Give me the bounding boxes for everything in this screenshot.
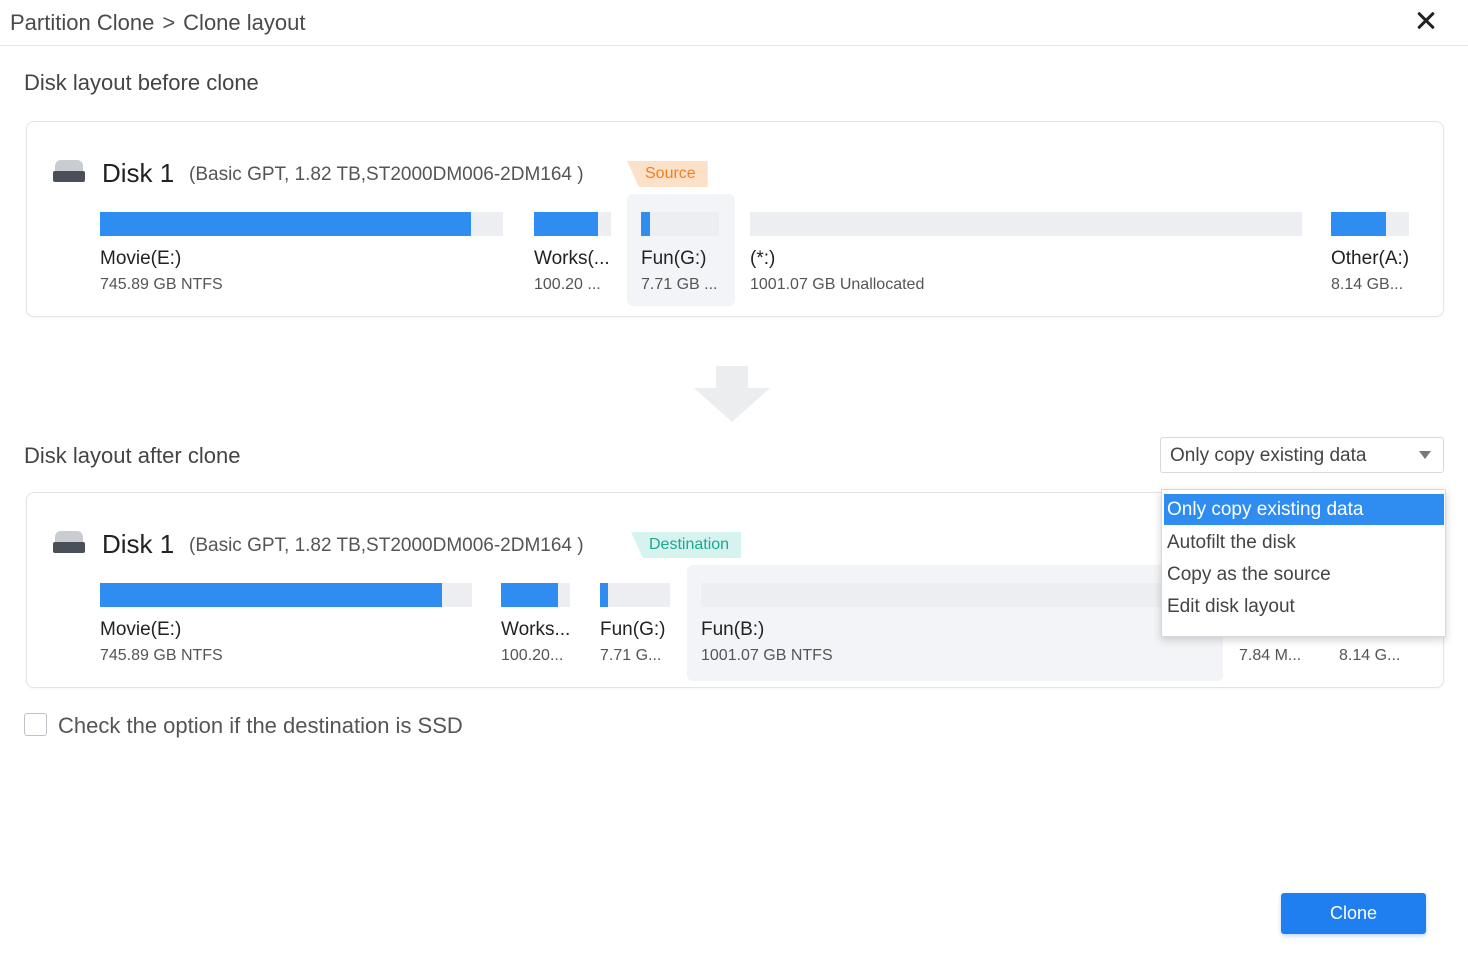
option-copy-as-source[interactable]: Copy as the source bbox=[1164, 559, 1444, 590]
partition-name: Movie(E:) bbox=[100, 619, 182, 640]
partition-name: Works(... bbox=[534, 248, 610, 269]
partition-unallocated[interactable]: (*:) 1001.07 GB Unallocated bbox=[750, 212, 1305, 302]
partition-usage-bar bbox=[100, 583, 472, 607]
breadcrumb-separator: > bbox=[162, 10, 176, 35]
breadcrumb: Partition Clone > Clone layout bbox=[10, 10, 305, 36]
destination-disk-name: Disk 1 bbox=[102, 529, 175, 559]
partition-detail: 745.89 GB NTFS bbox=[100, 276, 223, 293]
partition-usage-bar bbox=[1331, 212, 1409, 236]
clone-mode-dropdown: Only copy existing data Autofilt the dis… bbox=[1161, 489, 1446, 637]
partition-name: Fun(G:) bbox=[641, 248, 707, 269]
arrow-down-icon bbox=[694, 366, 770, 422]
breadcrumb-current: Clone layout bbox=[183, 10, 306, 35]
partition-name: Movie(E:) bbox=[100, 248, 182, 269]
source-disk-info: (Basic GPT, 1.82 TB,ST2000DM006-2DM164 ) bbox=[189, 164, 584, 185]
destination-tag: Destination bbox=[631, 532, 742, 558]
partition-usage-bar bbox=[641, 212, 719, 236]
clone-mode-value: Only copy existing data bbox=[1170, 445, 1367, 466]
close-icon[interactable] bbox=[1413, 8, 1439, 34]
partition-usage-bar bbox=[600, 583, 670, 607]
source-tag: Source bbox=[627, 161, 708, 187]
option-autofit-disk[interactable]: Autofilt the disk bbox=[1164, 527, 1444, 558]
chevron-down-icon[interactable] bbox=[1419, 451, 1431, 459]
partition-movie-e[interactable]: Movie(E:) 745.89 GB NTFS bbox=[100, 212, 505, 302]
partition-fun-b[interactable]: Fun(B:) 1001.07 GB NTFS bbox=[687, 565, 1223, 681]
partition-detail: 8.14 GB... bbox=[1331, 276, 1404, 293]
partition-name: Fun(G:) bbox=[600, 619, 666, 640]
partition-usage-bar bbox=[501, 583, 570, 607]
option-only-copy-existing-data[interactable]: Only copy existing data bbox=[1164, 494, 1444, 525]
partition-works[interactable]: Works(... 100.20 ... bbox=[534, 212, 624, 302]
ssd-checkbox[interactable] bbox=[24, 713, 47, 736]
partition-movie-e[interactable]: Movie(E:) 745.89 GB NTFS bbox=[100, 583, 475, 673]
ssd-checkbox-label[interactable]: Check the option if the destination is S… bbox=[58, 713, 463, 739]
partition-name: Other(A:) bbox=[1331, 248, 1410, 269]
partition-other-a[interactable]: Other(A:) 8.14 GB... bbox=[1331, 212, 1431, 302]
clone-mode-select[interactable]: Only copy existing data bbox=[1160, 437, 1444, 473]
partition-detail: 100.20 ... bbox=[534, 276, 601, 293]
partition-name: Fun(B:) bbox=[701, 619, 765, 640]
source-disk-name: Disk 1 bbox=[102, 158, 175, 188]
hard-drive-icon bbox=[53, 531, 85, 555]
partition-usage-bar bbox=[534, 212, 611, 236]
partition-usage-bar bbox=[701, 583, 1209, 607]
partition-detail: 745.89 GB NTFS bbox=[100, 647, 223, 664]
partition-detail: 100.20... bbox=[501, 647, 564, 664]
partition-name: Works... bbox=[501, 619, 571, 640]
partition-usage-bar bbox=[750, 212, 1302, 236]
partition-detail: 1001.07 GB Unallocated bbox=[750, 276, 925, 293]
partition-detail: 1001.07 GB NTFS bbox=[701, 647, 833, 664]
partition-works[interactable]: Works... 100.20... bbox=[501, 583, 583, 673]
partition-name: (*:) bbox=[750, 248, 776, 269]
hard-drive-icon bbox=[53, 160, 85, 184]
after-section-title: Disk layout after clone bbox=[24, 443, 241, 468]
partition-fun-g[interactable]: Fun(G:) 7.71 G... bbox=[600, 583, 680, 673]
destination-disk-info: (Basic GPT, 1.82 TB,ST2000DM006-2DM164 ) bbox=[189, 535, 584, 556]
partition-usage-bar bbox=[100, 212, 503, 236]
before-section-title: Disk layout before clone bbox=[24, 70, 259, 95]
title-bar: Partition Clone > Clone layout bbox=[0, 0, 1468, 46]
partition-detail: 7.84 M... bbox=[1239, 647, 1302, 664]
partition-fun-g[interactable]: Fun(G:) 7.71 GB ... bbox=[627, 194, 735, 306]
source-disk-card: Disk 1 (Basic GPT, 1.82 TB,ST2000DM006-2… bbox=[26, 121, 1444, 317]
partition-detail: 7.71 GB ... bbox=[641, 276, 718, 293]
clone-button[interactable]: Clone bbox=[1281, 893, 1426, 934]
partition-detail: 7.71 G... bbox=[600, 647, 662, 664]
option-edit-disk-layout[interactable]: Edit disk layout bbox=[1164, 591, 1444, 622]
breadcrumb-parent[interactable]: Partition Clone bbox=[10, 10, 154, 35]
partition-detail: 8.14 G... bbox=[1339, 647, 1401, 664]
